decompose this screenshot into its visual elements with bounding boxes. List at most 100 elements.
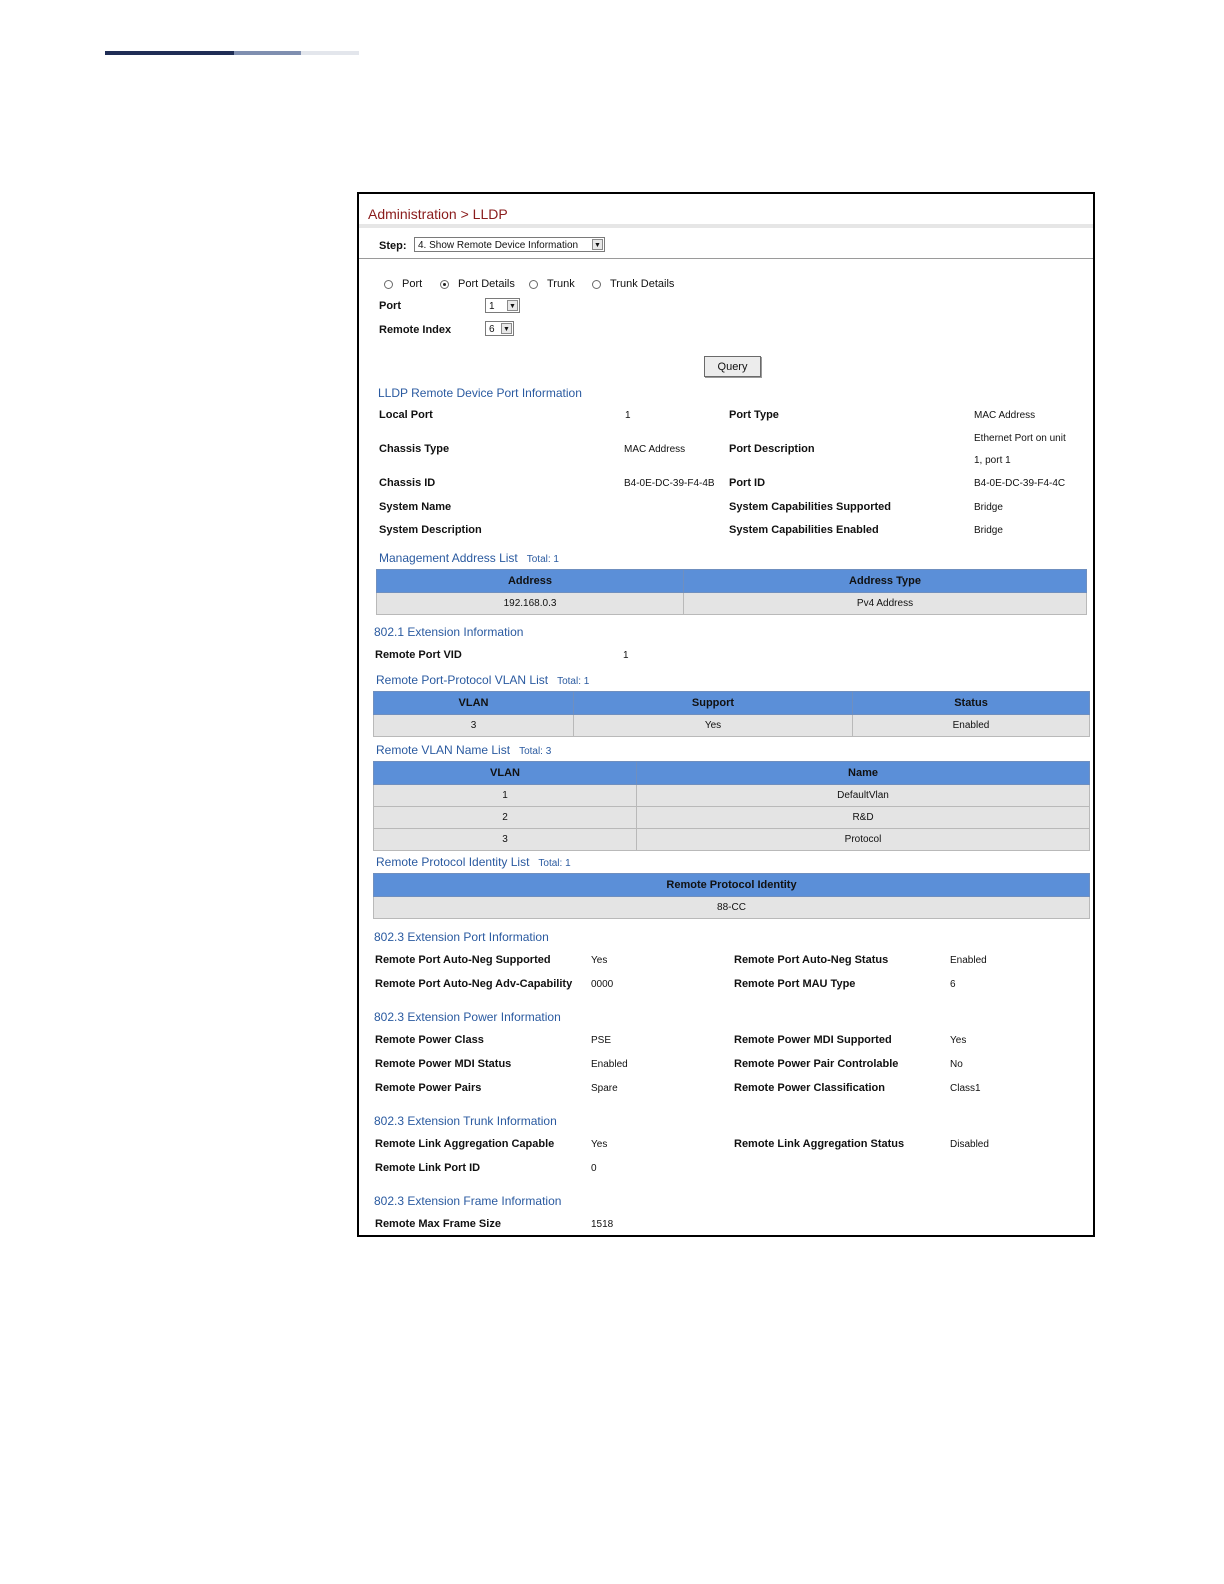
page-rule-mid — [234, 51, 301, 55]
table-cell: Enabled — [852, 714, 1090, 737]
radio-trunk-details-label: Trunk Details — [610, 278, 675, 290]
system-name-label: System Name — [379, 501, 452, 513]
section-ppvlan-heading: Remote Port-Protocol VLAN List Total: 1 — [376, 673, 589, 687]
port-type-value: MAC Address — [974, 410, 1036, 421]
step-label: Step: — [379, 240, 407, 252]
ppvlan-heading-text: Remote Port-Protocol VLAN List — [376, 673, 549, 687]
chassis-id-value: B4-0E-DC-39-F4-4B — [624, 478, 715, 489]
table-header-row: Address Address Type — [376, 569, 1087, 593]
port-description-line-1: Ethernet Port on unit — [974, 433, 1066, 444]
remote-index-label: Remote Index — [379, 324, 452, 336]
radio-circle-trunk-details[interactable] — [592, 279, 601, 289]
power-pairs-value: Spare — [591, 1083, 618, 1094]
mdi-supported-label: Remote Power MDI Supported — [734, 1034, 892, 1046]
port-description-label: Port Description — [729, 443, 815, 455]
radio-port-label: Port — [402, 278, 423, 290]
radio-trunk-details[interactable]: Trunk Details — [592, 278, 674, 290]
mgmt-address-table: Address Address Type 192.168.0.3 Pv4 Add… — [376, 569, 1087, 615]
mgmt-address-total: Total: 1 — [526, 554, 559, 565]
query-button[interactable]: Query — [704, 356, 761, 377]
table-cell: 1 — [373, 784, 637, 807]
step-select-value: 4. Show Remote Device Information — [418, 240, 579, 251]
power-class-label: Remote Power Class — [375, 1034, 484, 1046]
table-row: 88-CC — [373, 896, 1090, 919]
autoneg-adv-label: Remote Port Auto-Neg Adv-Capability — [375, 978, 573, 990]
port-description-line-2: 1, port 1 — [974, 455, 1011, 466]
chevron-down-icon[interactable]: ▼ — [507, 300, 518, 311]
table-cell: Pv4 Address — [683, 592, 1087, 615]
autoneg-adv-value: 0000 — [591, 979, 614, 990]
table-row: 3 Protocol — [373, 828, 1090, 851]
column-header: Address Type — [683, 569, 1087, 593]
local-port-label: Local Port — [379, 409, 433, 421]
table-cell: Yes — [573, 714, 853, 737]
section-8023-power-heading: 802.3 Extension Power Information — [374, 1010, 561, 1024]
table-cell: Protocol — [636, 828, 1090, 851]
table-row: 192.168.0.3 Pv4 Address — [376, 592, 1087, 615]
table-header-row: VLAN Support Status — [373, 691, 1090, 715]
table-cell: 88-CC — [373, 896, 1090, 919]
sys-cap-supported-label: System Capabilities Supported — [729, 501, 891, 513]
port-label: Port — [379, 300, 401, 312]
chevron-down-icon[interactable]: ▼ — [501, 323, 512, 334]
radio-circle-port[interactable] — [384, 279, 393, 289]
column-header: Status — [852, 691, 1090, 715]
link-port-id-value: 0 — [591, 1163, 597, 1174]
radio-port-details[interactable]: Port Details — [440, 278, 515, 290]
step-divider — [359, 258, 1093, 259]
radio-circle-port-details[interactable] — [440, 279, 449, 289]
remote-index-select-value: 6 — [489, 324, 495, 335]
mdi-supported-value: Yes — [950, 1035, 967, 1046]
section-protocol-identity-heading: Remote Protocol Identity List Total: 1 — [376, 855, 571, 869]
table-cell: 3 — [373, 828, 637, 851]
chevron-down-icon[interactable]: ▼ — [592, 239, 603, 250]
power-classification-value: Class1 — [950, 1083, 981, 1094]
table-cell: DefaultVlan — [636, 784, 1090, 807]
chassis-id-label: Chassis ID — [379, 477, 436, 489]
table-row: 3 Yes Enabled — [373, 714, 1090, 737]
radio-port[interactable]: Port — [384, 278, 422, 290]
port-select-value: 1 — [489, 301, 495, 312]
port-type-label: Port Type — [729, 409, 779, 421]
table-header-row: VLAN Name — [373, 761, 1090, 785]
column-header: Name — [636, 761, 1090, 785]
table-row: 2 R&D — [373, 806, 1090, 829]
radio-port-details-label: Port Details — [458, 278, 515, 290]
radio-trunk-label: Trunk — [547, 278, 575, 290]
page-rule-dark — [105, 51, 234, 55]
step-select[interactable]: 4. Show Remote Device Information ▼ — [414, 237, 605, 252]
pair-controlable-label: Remote Power Pair Controlable — [734, 1058, 899, 1070]
column-header: Remote Protocol Identity — [373, 873, 1090, 897]
protocol-identity-table: Remote Protocol Identity 88-CC — [373, 873, 1090, 919]
section-8023-port-heading: 802.3 Extension Port Information — [374, 930, 549, 944]
port-select[interactable]: 1 ▼ — [485, 298, 520, 313]
table-cell: 2 — [373, 806, 637, 829]
vlan-name-total: Total: 3 — [519, 746, 552, 757]
ppvlan-total: Total: 1 — [557, 676, 590, 687]
radio-trunk[interactable]: Trunk — [529, 278, 575, 290]
link-port-id-label: Remote Link Port ID — [375, 1162, 481, 1174]
remote-index-select[interactable]: 6 ▼ — [485, 321, 514, 336]
sys-cap-enabled-label: System Capabilities Enabled — [729, 524, 879, 536]
breadcrumb: Administration > LLDP — [368, 206, 508, 222]
vlan-name-table: VLAN Name 1 DefaultVlan 2 R&D 3 Protocol — [373, 761, 1090, 851]
column-header: VLAN — [373, 691, 574, 715]
table-header-row: Remote Protocol Identity — [373, 873, 1090, 897]
sys-cap-supported-value: Bridge — [974, 502, 1003, 513]
vlan-name-heading-text: Remote VLAN Name List — [376, 743, 511, 757]
agg-capable-label: Remote Link Aggregation Capable — [375, 1138, 555, 1150]
radio-circle-trunk[interactable] — [529, 279, 538, 289]
section-8021-heading: 802.1 Extension Information — [374, 625, 524, 639]
agg-status-label: Remote Link Aggregation Status — [734, 1138, 905, 1150]
lldp-remote-info-screen: Administration > LLDP Step: 4. Show Remo… — [357, 192, 1095, 1237]
max-frame-value: 1518 — [591, 1219, 614, 1230]
column-header: VLAN — [373, 761, 637, 785]
table-cell: 3 — [373, 714, 574, 737]
protocol-identity-total: Total: 1 — [538, 858, 571, 869]
port-id-value: B4-0E-DC-39-F4-4C — [974, 478, 1066, 489]
table-row: 1 DefaultVlan — [373, 784, 1090, 807]
autoneg-status-value: Enabled — [950, 955, 987, 966]
chassis-type-value: MAC Address — [624, 444, 686, 455]
autoneg-supported-label: Remote Port Auto-Neg Supported — [375, 954, 551, 966]
local-port-value: 1 — [625, 410, 631, 421]
